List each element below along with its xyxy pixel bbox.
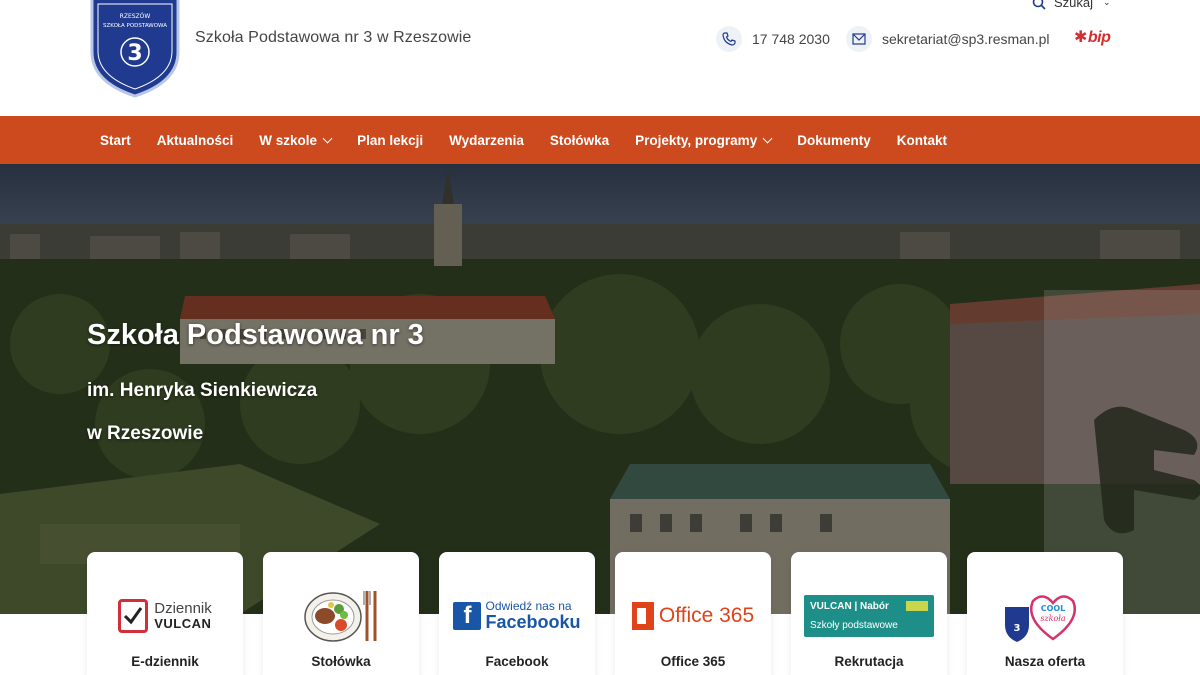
card-label: E-dziennik	[131, 654, 199, 669]
phone-number: 17 748 2030	[752, 31, 830, 47]
nav-item-wydarzenia[interactable]: Wydarzenia	[436, 133, 537, 148]
nav-item-w-szkole[interactable]: W szkole	[246, 133, 344, 148]
quick-links: Dziennik VULCAN E-dziennik Stołówka f Od…	[87, 552, 1123, 675]
office365-icon: Office 365	[615, 588, 771, 644]
card-label: Facebook	[485, 654, 549, 669]
svg-text:COOL: COOL	[1041, 604, 1066, 613]
nav-item-plan-lekcji[interactable]: Plan lekcji	[344, 133, 436, 148]
search-icon	[1032, 0, 1046, 10]
card-rekrutacja[interactable]: VULCAN | Nabór Szkoły podstawowe Rekruta…	[791, 552, 947, 675]
bip-icon: ✱	[1074, 29, 1087, 46]
envelope-icon	[846, 26, 872, 52]
bip-label: bip	[1087, 29, 1111, 46]
vulcan-dziennik-icon: Dziennik VULCAN	[87, 588, 243, 644]
nav-item-kontakt[interactable]: Kontakt	[884, 133, 960, 148]
card-nasza-oferta[interactable]: 3 COOL szkoła Nasza oferta	[967, 552, 1123, 675]
school-name: Szkoła Podstawowa nr 3 w Rzeszowie	[195, 29, 472, 46]
nav-item-start[interactable]: Start	[87, 133, 144, 148]
card-label: Office 365	[660, 654, 726, 669]
main-nav: Start Aktualności W szkole Plan lekcji W…	[0, 116, 1200, 164]
logo-number: 3	[127, 41, 142, 66]
facebook-icon: f Odwiedź nas na Facebooku	[439, 588, 595, 644]
plate-food-icon	[263, 588, 419, 644]
email-address: sekretariat@sp3.resman.pl	[882, 31, 1050, 47]
nav-item-projekty[interactable]: Projekty, programy	[622, 133, 784, 148]
logo-line2: SZKOŁA PODSTAWOWA	[103, 23, 167, 29]
nav-item-dokumenty[interactable]: Dokumenty	[784, 133, 884, 148]
card-label: Stołówka	[311, 654, 371, 669]
svg-text:szkoła: szkoła	[1040, 614, 1066, 623]
search-toggle[interactable]: Szukaj ⌄	[1032, 0, 1111, 10]
card-stolowka[interactable]: Stołówka	[263, 552, 419, 675]
facebook-f-icon: f	[453, 601, 482, 630]
signpost-icon	[906, 601, 928, 611]
vulcan-nabor-icon: VULCAN | Nabór Szkoły podstawowe	[791, 588, 947, 644]
phone-icon	[716, 26, 742, 52]
site-header: RZESZÓW SZKOŁA PODSTAWOWA 3 Szkoła Podst…	[0, 0, 1200, 116]
bip-link[interactable]: ✱bip	[1074, 27, 1111, 47]
chevron-down-icon	[322, 133, 333, 144]
logo-line1: RZESZÓW	[120, 13, 151, 20]
chevron-down-icon: ⌄	[1103, 0, 1111, 7]
nav-item-aktualnosci[interactable]: Aktualności	[144, 133, 247, 148]
hero-subtitle-location: w Rzeszowie	[87, 423, 204, 444]
nav-item-stolowka[interactable]: Stołówka	[537, 133, 622, 148]
card-label: Rekrutacja	[834, 654, 904, 669]
card-office365[interactable]: Office 365 Office 365	[615, 552, 771, 675]
card-e-dziennik[interactable]: Dziennik VULCAN E-dziennik	[87, 552, 243, 675]
search-label: Szukaj	[1054, 0, 1094, 10]
hero-subtitle: im. Henryka Sienkiewicza	[87, 380, 318, 401]
chevron-down-icon	[762, 133, 773, 144]
phone-contact[interactable]: 17 748 2030	[716, 26, 830, 52]
card-label: Nasza oferta	[1004, 654, 1086, 669]
card-facebook[interactable]: f Odwiedź nas na Facebooku Facebook	[439, 552, 595, 675]
hero-title: Szkoła Podstawowa nr 3	[87, 319, 424, 351]
school-logo[interactable]: RZESZÓW SZKOŁA PODSTAWOWA 3	[88, 0, 182, 98]
office-logo-icon	[631, 602, 654, 630]
email-contact[interactable]: sekretariat@sp3.resman.pl	[846, 26, 1050, 52]
svg-text:3: 3	[1014, 623, 1021, 634]
cool-szkola-icon: 3 COOL szkoła	[967, 588, 1123, 644]
hero-banner: Szkoła Podstawowa nr 3 im. Henryka Sienk…	[0, 164, 1200, 614]
